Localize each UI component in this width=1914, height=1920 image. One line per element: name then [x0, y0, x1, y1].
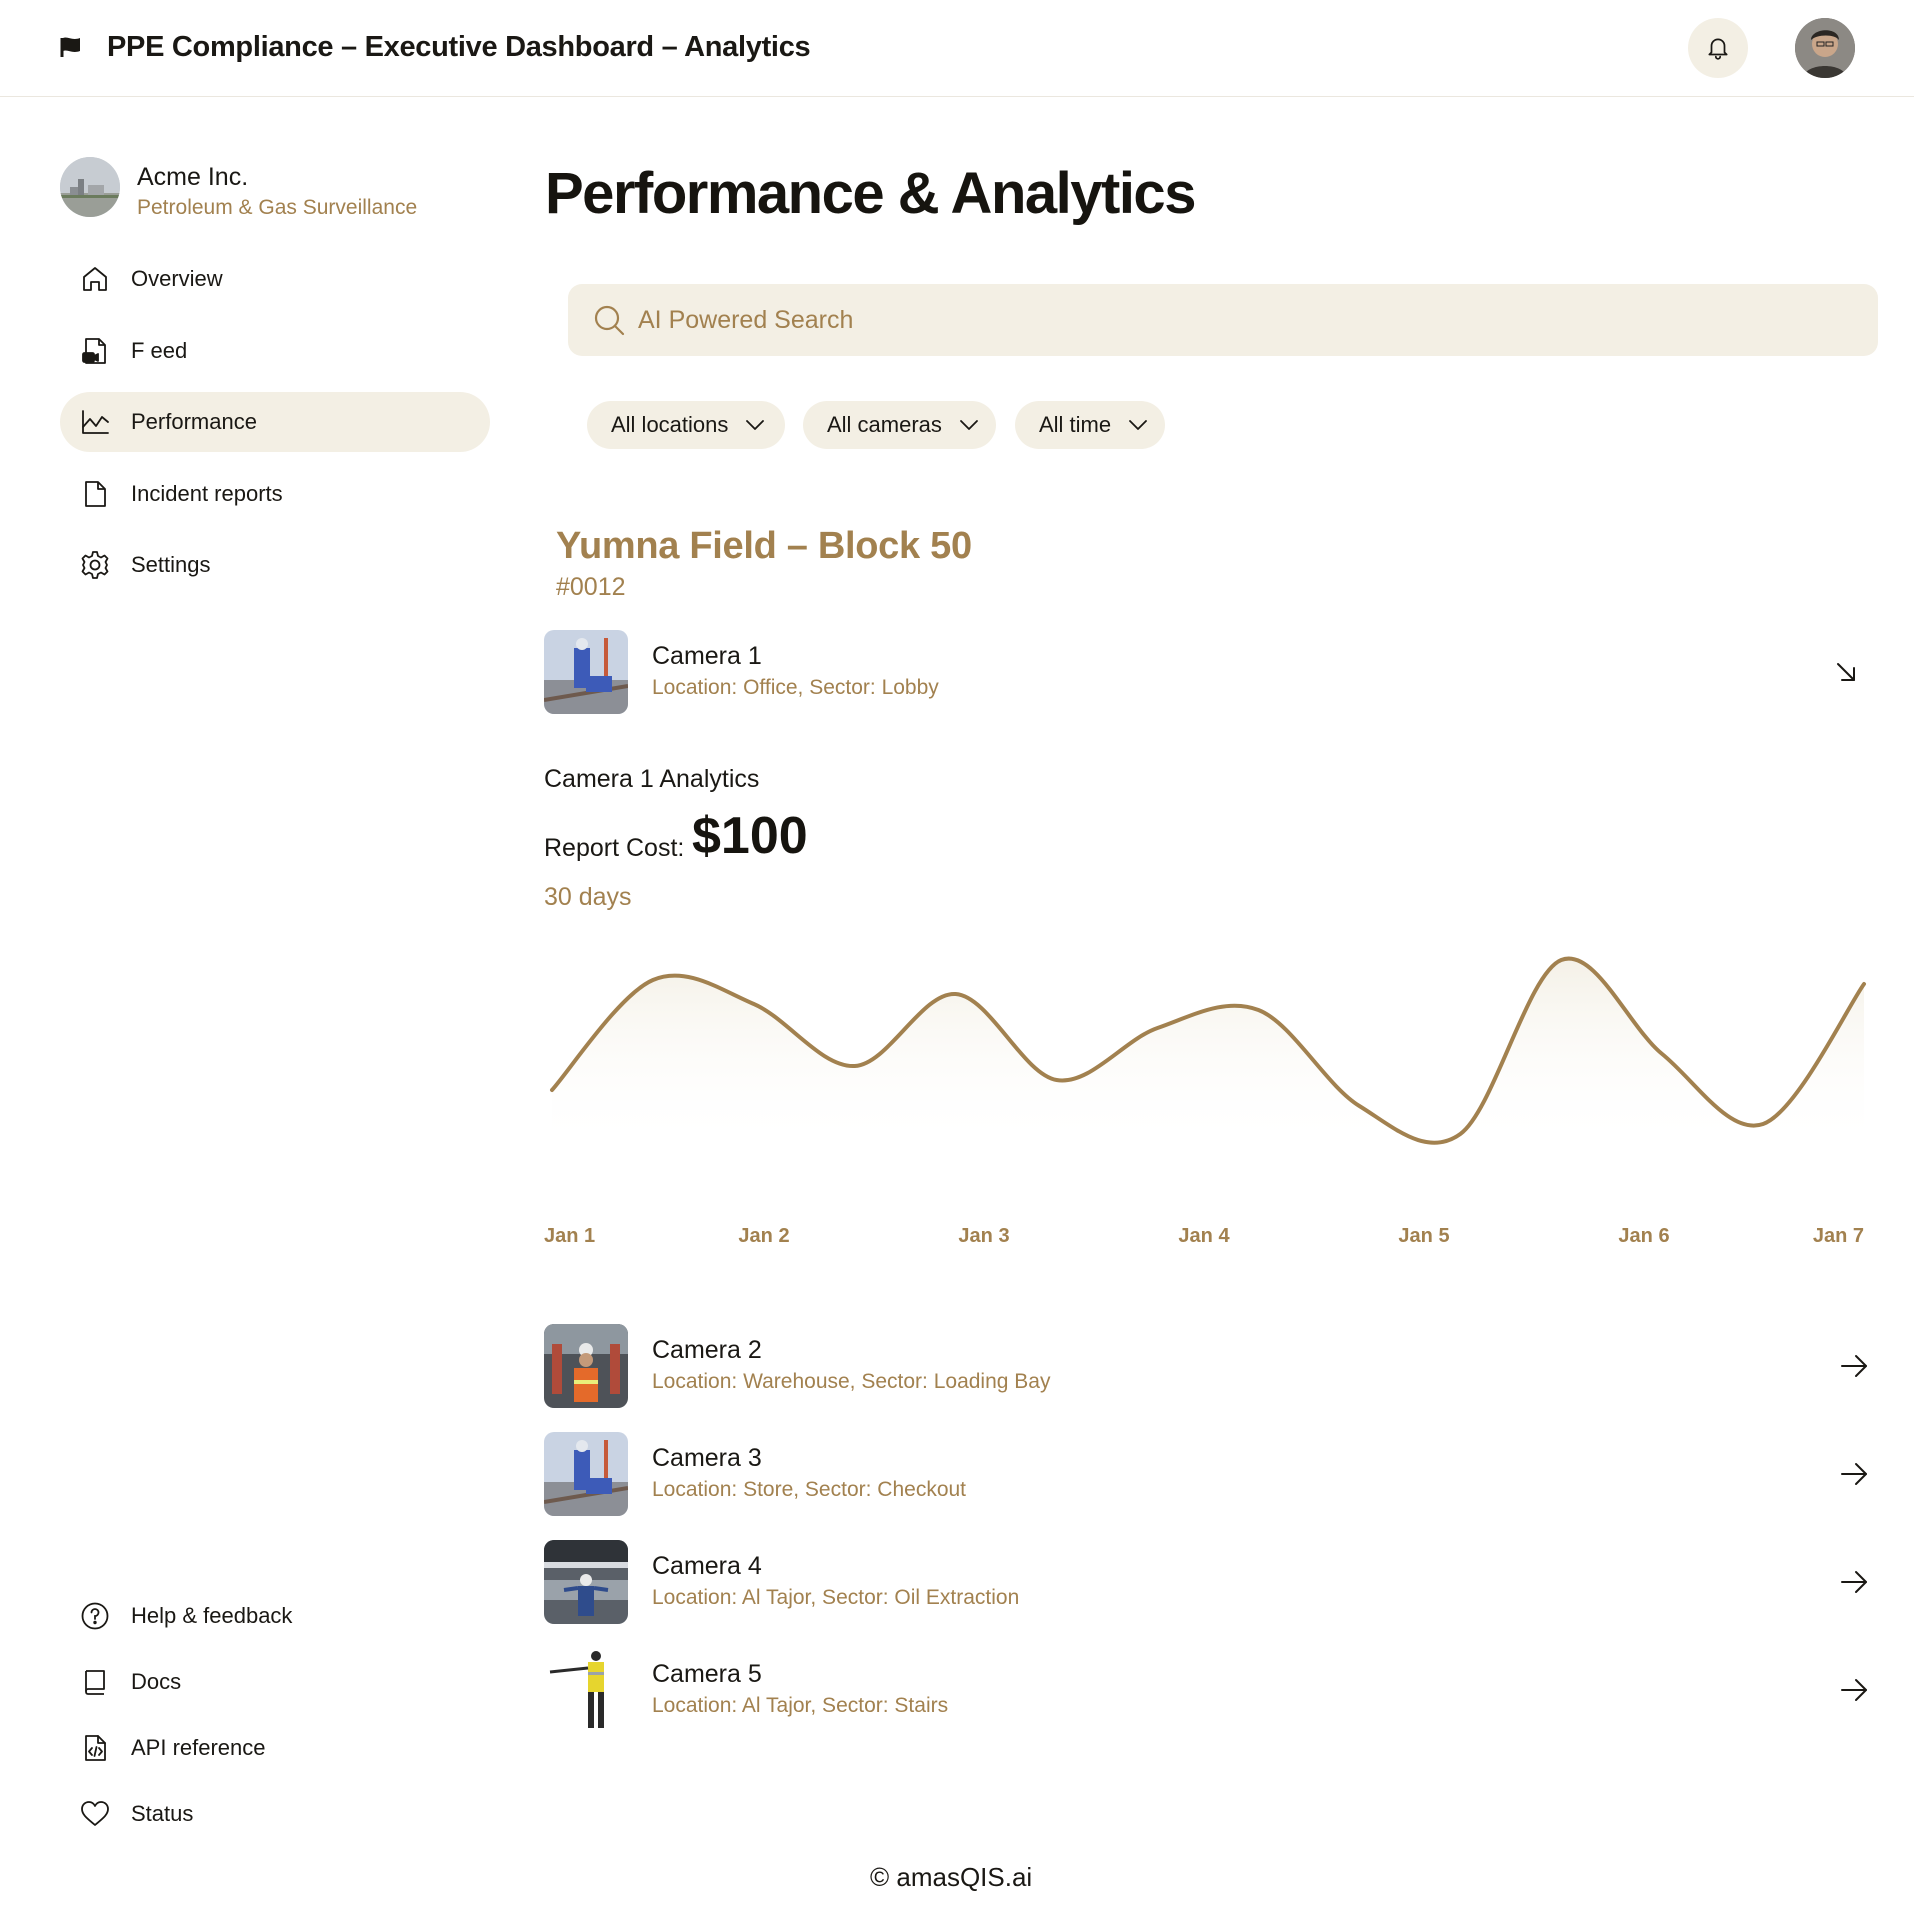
report-cost-label: Report Cost: — [544, 834, 685, 862]
top-bar: PPE Compliance – Executive Dashboard – A… — [0, 0, 1914, 97]
arrow-right-icon[interactable] — [1834, 1346, 1874, 1386]
code-file-icon — [85, 1735, 106, 1761]
nav-settings[interactable]: Settings — [60, 535, 490, 595]
gear-icon — [81, 551, 109, 579]
site-name: Yumna Field – Block 50 — [556, 525, 972, 567]
org-name: Acme Inc. — [137, 163, 249, 191]
line-chart-icon — [82, 410, 109, 434]
x-tick-label: Jan 1 — [544, 1225, 595, 1247]
camera-location: Location: Warehouse, Sector: Loading Bay — [652, 1370, 1051, 1393]
heart-icon — [81, 1801, 109, 1826]
flag-icon — [60, 37, 80, 57]
arrow-right-icon[interactable] — [1834, 1562, 1874, 1602]
nav-performance[interactable]: Performance — [60, 392, 490, 452]
camera-name: Camera 1 — [652, 642, 762, 670]
arrow-right-icon[interactable] — [1834, 1454, 1874, 1494]
x-tick-label: Jan 3 — [958, 1225, 1009, 1247]
arrow-down-right-icon[interactable] — [1826, 652, 1866, 692]
analytics-line-chart: Jan 1 Jan 2 Jan 3 Jan 4 Jan 5 Jan 6 Jan 7 — [544, 956, 1866, 1247]
camera-thumbnail — [544, 1648, 628, 1732]
camera-row[interactable]: Camera 4 Location: Al Tajor, Sector: Oil… — [544, 1540, 1874, 1624]
nav-overview[interactable]: Overview — [60, 249, 490, 309]
nav-docs[interactable]: Docs — [60, 1652, 490, 1712]
page-title: Performance & Analytics — [545, 161, 1196, 226]
filter-label: All locations — [611, 412, 729, 437]
nav-label: Docs — [131, 1669, 182, 1694]
nav-label: Status — [131, 1801, 194, 1826]
search-icon — [594, 305, 625, 336]
nav-label: Incident reports — [131, 481, 283, 506]
camera-name: Camera 4 — [652, 1552, 762, 1580]
org-avatar — [60, 157, 120, 217]
x-tick-label: Jan 2 — [738, 1225, 789, 1247]
chevron-down-icon — [960, 420, 978, 430]
org-subtitle: Petroleum & Gas Surveillance — [137, 196, 418, 219]
camera-row[interactable]: Camera 5 Location: Al Tajor, Sector: Sta… — [544, 1648, 1874, 1732]
book-icon — [85, 1670, 105, 1695]
user-avatar[interactable] — [1795, 18, 1855, 78]
search-bar — [568, 284, 1878, 356]
nav-label: Help & feedback — [131, 1603, 293, 1628]
chart-area-fill — [552, 958, 1864, 1150]
bell-icon — [1708, 38, 1728, 60]
org-logo-image — [60, 157, 120, 217]
nav-label: F eed — [131, 338, 188, 363]
nav-feed[interactable]: F eed — [60, 321, 490, 381]
camera-name: Camera 2 — [652, 1336, 762, 1364]
camera-location: Location: Al Tajor, Sector: Oil Extracti… — [652, 1586, 1020, 1609]
nav-incident-reports[interactable]: Incident reports — [60, 464, 490, 524]
nav-label: Overview — [131, 266, 223, 291]
x-tick-label: Jan 4 — [1178, 1225, 1230, 1247]
nav-status[interactable]: Status — [60, 1784, 490, 1844]
video-file-icon — [82, 338, 106, 364]
camera-thumbnail — [544, 1324, 628, 1408]
search-input[interactable] — [638, 284, 1838, 356]
filter-time[interactable]: All time — [1015, 401, 1165, 449]
nav-help-feedback[interactable]: Help & feedback — [60, 1586, 490, 1646]
copyright: © amasQIS.ai — [870, 1862, 1033, 1892]
analytics-title: Camera 1 Analytics — [544, 765, 760, 793]
filter-cameras[interactable]: All cameras — [803, 401, 996, 449]
camera-location: Location: Office, Sector: Lobby — [652, 676, 939, 699]
x-tick-label: Jan 6 — [1618, 1225, 1669, 1247]
camera-thumbnail — [544, 630, 628, 714]
nav-label: API reference — [131, 1735, 266, 1760]
camera-name: Camera 5 — [652, 1660, 762, 1688]
camera-location: Location: Store, Sector: Checkout — [652, 1478, 967, 1501]
filter-label: All time — [1039, 412, 1112, 437]
chevron-down-icon — [1129, 420, 1148, 430]
nav-label: Settings — [131, 552, 211, 577]
period-label: 30 days — [544, 883, 632, 911]
arrow-right-icon[interactable] — [1834, 1670, 1874, 1710]
filter-label: All cameras — [827, 412, 942, 437]
chevron-down-icon — [746, 420, 765, 430]
report-cost-value: $100 — [692, 807, 808, 865]
camera-location: Location: Al Tajor, Sector: Stairs — [652, 1694, 949, 1717]
camera-row-selected[interactable]: Camera 1 Location: Office, Sector: Lobby — [544, 630, 1874, 714]
nav-label: Performance — [131, 409, 257, 434]
site-id: #0012 — [556, 573, 626, 601]
document-icon — [85, 481, 106, 507]
camera-thumbnail — [544, 1432, 628, 1516]
user-photo — [1795, 18, 1855, 78]
camera-row[interactable]: Camera 2 Location: Warehouse, Sector: Lo… — [544, 1324, 1874, 1408]
notifications-button[interactable] — [1688, 18, 1748, 78]
camera-row[interactable]: Camera 3 Location: Store, Sector: Checko… — [544, 1432, 1874, 1516]
x-tick-label: Jan 7 — [1813, 1225, 1864, 1247]
camera-thumbnail — [544, 1540, 628, 1624]
x-tick-label: Jan 5 — [1398, 1225, 1449, 1247]
home-icon — [83, 267, 107, 291]
camera-name: Camera 3 — [652, 1444, 762, 1472]
help-circle-icon — [81, 1602, 109, 1630]
nav-api-reference[interactable]: API reference — [60, 1718, 490, 1778]
filter-locations[interactable]: All locations — [587, 401, 785, 449]
app-title: PPE Compliance – Executive Dashboard – A… — [107, 31, 811, 63]
